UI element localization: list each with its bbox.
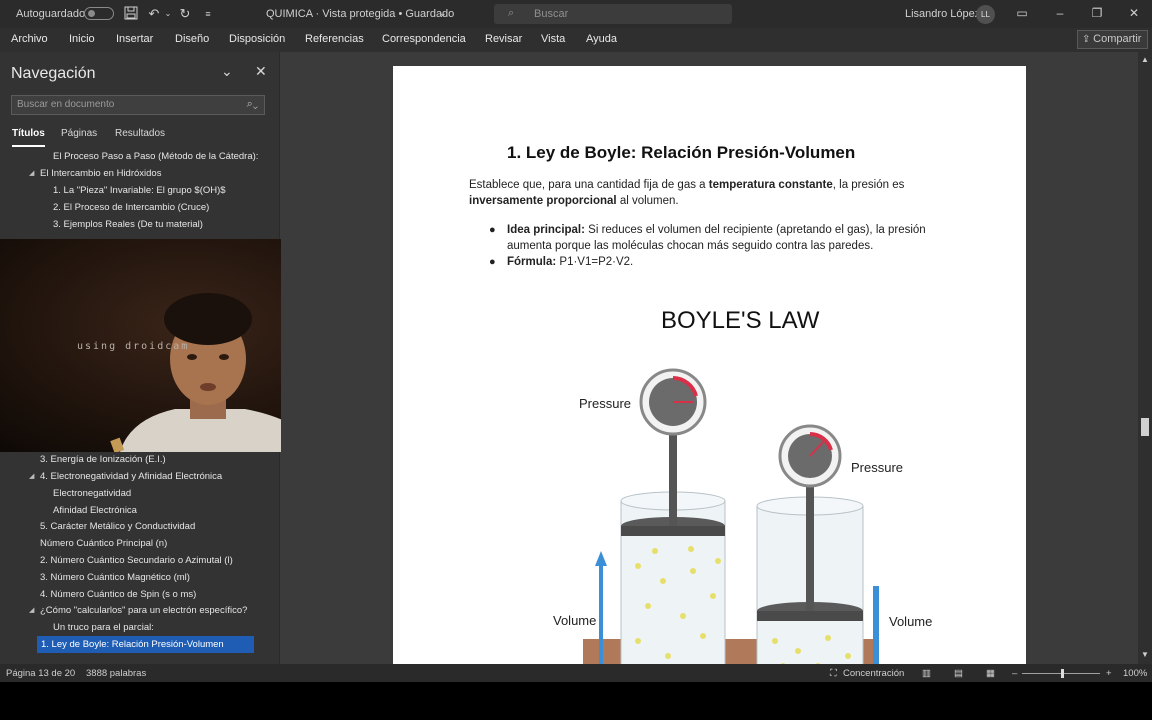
collapse-icon[interactable]: ◢ [29, 602, 34, 619]
focus-icon[interactable]: ⛶ [830, 668, 837, 679]
volume-label: Volume [889, 614, 933, 629]
tab-inicio[interactable]: Inicio [69, 33, 95, 45]
search-icon[interactable]: ⌕⌄ [247, 98, 258, 111]
screen-letterbox [0, 682, 1152, 720]
heading-item[interactable]: Electronegatividad [53, 485, 131, 502]
scroll-down-icon[interactable]: ▼ [1140, 650, 1150, 660]
heading-item[interactable]: Un truco para el parcial: [53, 619, 154, 636]
heading-item[interactable]: 2. Número Cuántico Secundario o Azimutal… [40, 552, 233, 569]
zoom-out-icon[interactable]: – [1012, 668, 1017, 679]
tab-archivo[interactable]: Archivo [11, 33, 48, 45]
heading-item[interactable]: 2. El Proceso de Intercambio (Cruce) [53, 199, 209, 216]
search-icon: ⌕ [508, 7, 515, 19]
heading-item[interactable]: Número Cuántico Principal (n) [40, 535, 167, 552]
heading-item[interactable]: ◢ 4. Electronegatividad y Afinidad Electr… [29, 468, 222, 485]
bullet-icon: ● [489, 224, 496, 236]
save-icon[interactable] [123, 6, 139, 22]
tab-disposicion[interactable]: Disposición [229, 33, 285, 45]
read-mode-icon[interactable]: ▥ [922, 668, 931, 679]
ribbon-tabs: Archivo Inicio Insertar Diseño Disposici… [0, 28, 1152, 52]
heading-item[interactable]: El Proceso Paso a Paso (Método de la Cát… [53, 148, 258, 165]
search-input[interactable]: ⌕ Buscar [494, 4, 732, 24]
tab-diseno[interactable]: Diseño [175, 33, 209, 45]
tab-revisar[interactable]: Revisar [485, 33, 522, 45]
user-name: Lisandro López [905, 8, 981, 20]
autosave-label: Autoguardado [16, 8, 86, 20]
heading-item[interactable]: ◢ El Intercambio en Hidróxidos [29, 165, 161, 182]
tab-referencias[interactable]: Referencias [305, 33, 364, 45]
heading-item[interactable]: 3. Número Cuántico Magnético (ml) [40, 569, 190, 586]
document-area: 1. Ley de Boyle: Relación Presión-Volume… [281, 52, 1138, 676]
body-paragraph: Establece que, para una cantidad fija de… [469, 179, 905, 207]
share-label: Compartir [1093, 33, 1142, 45]
focus-mode-button[interactable]: Concentración [843, 668, 904, 679]
nav-search-input[interactable]: Buscar en documento ⌕⌄ [11, 95, 265, 115]
redo-icon[interactable]: ↻ [177, 6, 193, 22]
heading-item[interactable]: 3. Energía de Ionización (E.I.) [40, 451, 166, 468]
tab-insertar[interactable]: Insertar [116, 33, 153, 45]
web-layout-icon[interactable]: ▦ [986, 668, 995, 679]
list-item: ● Idea principal: Si reduces el volumen d… [489, 224, 926, 252]
zoom-in-icon[interactable]: + [1106, 668, 1112, 679]
volume-label: Volume [553, 613, 597, 628]
webcam-watermark: using droidcam [77, 341, 190, 352]
minimize-icon[interactable]: – [1050, 4, 1070, 22]
section-heading: 1. Ley de Boyle: Relación Presión-Volume… [507, 143, 856, 162]
pressure-label: Pressure [579, 396, 632, 411]
vertical-scrollbar[interactable]: ▲ ▼ [1138, 52, 1152, 664]
chevron-down-icon[interactable]: ⌄ [221, 63, 233, 80]
zoom-level[interactable]: 100% [1123, 668, 1147, 679]
bullet-list: ● Idea principal: Si reduces el volumen d… [487, 223, 957, 272]
word-app: Autoguardado ↶ ⌄ ↻ ≡ QUIMICA · Vista pro… [0, 0, 1152, 682]
boyles-law-illustration [583, 368, 879, 676]
tab-titulos[interactable]: Títulos [12, 128, 45, 147]
undo-dropdown-icon[interactable]: ⌄ [160, 6, 176, 22]
avatar[interactable]: LL [976, 5, 995, 24]
collapse-icon[interactable]: ◢ [29, 468, 34, 485]
heading-item[interactable]: 5. Carácter Metálico y Conductividad [40, 518, 195, 535]
document-page[interactable]: 1. Ley de Boyle: Relación Presión-Volume… [393, 66, 1026, 676]
scroll-thumb[interactable] [1141, 418, 1149, 436]
chevron-down-icon[interactable]: ⌄ [439, 8, 447, 19]
heading-item[interactable]: 3. Ejemplos Reales (De tu material) [53, 216, 203, 233]
scroll-up-icon[interactable]: ▲ [1140, 55, 1150, 65]
autosave-toggle[interactable] [84, 7, 114, 20]
pressure-label: Pressure [851, 460, 904, 475]
collapse-icon[interactable]: ◢ [29, 165, 34, 182]
share-icon: ⇪ [1082, 34, 1094, 45]
title-bar: Autoguardado ↶ ⌄ ↻ ≡ QUIMICA · Vista pro… [0, 0, 1152, 28]
zoom-slider-handle[interactable] [1061, 669, 1064, 678]
heading-item[interactable]: Afinidad Electrónica [53, 502, 137, 519]
tab-paginas[interactable]: Páginas [61, 128, 97, 139]
nav-title: Navegación [11, 65, 96, 82]
close-icon[interactable]: ✕ [1124, 4, 1144, 22]
ribbon-display-icon[interactable]: ▭ [1012, 4, 1032, 22]
heading-item-selected[interactable]: 1. Ley de Boyle: Relación Presión-Volume… [37, 636, 254, 653]
tab-resultados[interactable]: Resultados [115, 128, 165, 139]
customize-toolbar-icon[interactable]: ≡ [200, 6, 216, 22]
figure-title: BOYLE'S LAW [661, 307, 820, 334]
heading-item[interactable]: ◢ ¿Cómo "calcularlos" para un electrón es… [29, 602, 247, 619]
list-item: ● Fórmula: P1·V1=P2·V2. [487, 255, 957, 271]
tab-vista[interactable]: Vista [541, 33, 565, 45]
restore-icon[interactable]: ❐ [1087, 4, 1107, 22]
heading-item[interactable]: 4. Número Cuántico de Spin (s o ms) [40, 586, 196, 603]
tab-ayuda[interactable]: Ayuda [586, 33, 617, 45]
bullet-icon: ● [489, 256, 496, 268]
page-count[interactable]: Página 13 de 20 [6, 668, 75, 679]
word-count[interactable]: 3888 palabras [86, 668, 146, 679]
status-bar: Página 13 de 20 3888 palabras ⛶ Concentr… [0, 664, 1152, 682]
heading-item[interactable]: 1. La "Pieza" Invariable: El grupo $(OH)… [53, 182, 226, 199]
print-layout-icon[interactable]: ▤ [954, 668, 963, 679]
share-button[interactable]: ⇪ Compartir [1077, 30, 1148, 49]
close-icon[interactable]: ✕ [255, 63, 267, 80]
document-title[interactable]: QUIMICA · Vista protegida • Guardado [266, 8, 454, 20]
tab-correspondencia[interactable]: Correspondencia [382, 33, 466, 45]
